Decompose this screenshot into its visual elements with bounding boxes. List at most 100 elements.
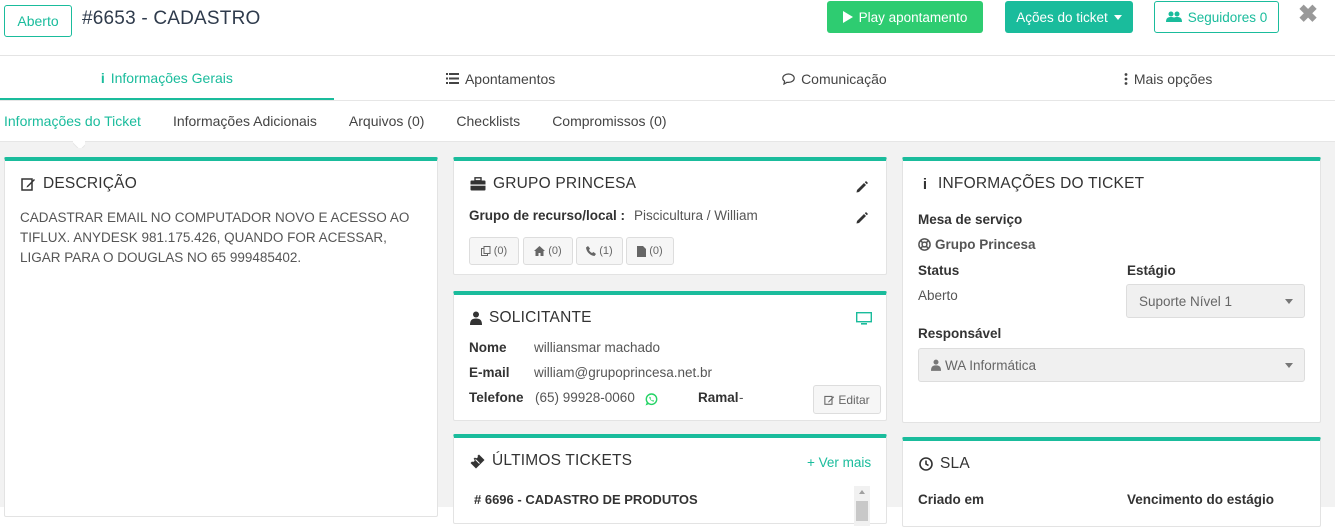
user-icon xyxy=(470,311,482,325)
descricao-text: CADASTRAR EMAIL NO COMPUTADOR NOVO E ACE… xyxy=(20,208,409,268)
editar-label: Editar xyxy=(838,392,870,407)
vencimento-label: Vencimento do estágio xyxy=(1127,492,1275,507)
seguidores-label: Seguidores 0 xyxy=(1187,9,1268,25)
play-icon xyxy=(842,11,853,23)
acoes-do-ticket-label: Ações do ticket xyxy=(1016,9,1108,25)
pencil-icon[interactable] xyxy=(856,212,868,224)
solicitante-card: SOLICITANTE Nome williansmar machado E-m… xyxy=(453,291,887,421)
active-subtab-pointer xyxy=(73,141,85,148)
scroll-up-icon xyxy=(859,490,865,494)
subtab-checklists[interactable]: Checklists xyxy=(456,113,520,129)
copy-icon xyxy=(480,246,491,256)
file-counter: (0) xyxy=(649,245,663,257)
lifebuoy-icon xyxy=(918,238,931,251)
status-value: Aberto xyxy=(918,288,958,303)
sla-card: SLA Criado em Vencimento do estágio xyxy=(902,437,1321,527)
ultimos-title-text: ÚLTIMOS TICKETS xyxy=(492,452,633,469)
ramal-value: - xyxy=(739,390,744,405)
clock-icon xyxy=(919,457,933,471)
subtab-informacoes-do-ticket[interactable]: Informações do Ticket xyxy=(4,113,141,129)
home-counter-button[interactable]: (0) xyxy=(523,237,573,265)
email-label: E-mail xyxy=(469,365,510,380)
sla-title: SLA xyxy=(919,455,970,473)
ultimos-tickets-card: ÚLTIMOS TICKETS + Ver mais # 6696 - CADA… xyxy=(453,434,887,526)
edit-icon xyxy=(21,178,35,191)
estagio-value: Suporte Nível 1 xyxy=(1139,293,1233,309)
info-ticket-title: i INFORMAÇÕES DO TICKET xyxy=(919,175,1144,193)
monitor-icon[interactable] xyxy=(856,312,872,325)
edit-icon xyxy=(824,395,835,405)
mesa-label: Mesa de serviço xyxy=(918,212,1023,227)
play-apontamento-button[interactable]: Play apontamento xyxy=(827,1,983,33)
telefone-label: Telefone xyxy=(469,390,524,405)
play-apontamento-label: Play apontamento xyxy=(858,9,968,25)
email-value: william@grupoprincesa.net.br xyxy=(534,365,713,380)
estagio-label: Estágio xyxy=(1127,263,1176,278)
descricao-line: TIFLUX. ANYDESK 981.175.426, QUANDO FOR … xyxy=(20,230,387,245)
tab-label: Apontamentos xyxy=(464,70,556,87)
grupo-title-text: GRUPO PRINCESA xyxy=(493,175,637,192)
subtab-arquivos[interactable]: Arquivos (0) xyxy=(349,113,424,129)
responsavel-select[interactable]: WA Informática xyxy=(918,348,1305,382)
pencil-icon[interactable] xyxy=(856,181,868,193)
comment-icon xyxy=(782,72,795,85)
phone-counter-button[interactable]: (1) xyxy=(576,237,623,265)
descricao-card: DESCRIÇÃO CADASTRAR EMAIL NO COMPUTADOR … xyxy=(4,157,438,517)
chevron-down-icon xyxy=(1285,363,1293,368)
acoes-do-ticket-button[interactable]: Ações do ticket xyxy=(1005,1,1133,33)
tab-label: Comunicação xyxy=(801,70,887,87)
copy-counter: (0) xyxy=(493,245,508,257)
responsavel-label: Responsável xyxy=(918,326,1002,341)
telefone-value: (65) 99928-0060 xyxy=(535,390,635,405)
phone-icon xyxy=(586,246,597,256)
home-counter: (0) xyxy=(548,245,562,257)
editar-button[interactable]: Editar xyxy=(813,385,881,414)
mesa-value: Grupo Princesa xyxy=(935,237,1036,252)
tab-informacoes-gerais[interactable]: i Informações Gerais xyxy=(0,57,334,100)
main-tabs: i Informações Gerais Apontamentos Comuni… xyxy=(0,57,1335,101)
tab-mais-opcoes[interactable]: Mais opções xyxy=(1001,57,1335,100)
info-icon: i xyxy=(922,175,928,193)
tab-label: Mais opções xyxy=(1133,70,1213,87)
subtab-informacoes-adicionais[interactable]: Informações Adicionais xyxy=(173,113,317,129)
list-icon xyxy=(445,73,459,84)
responsavel-value: WA Informática xyxy=(945,357,1037,373)
info-ticket-card: i INFORMAÇÕES DO TICKET Mesa de serviço … xyxy=(902,157,1321,423)
scroll-thumb[interactable] xyxy=(856,501,868,521)
info-ticket-title-text: INFORMAÇÕES DO TICKET xyxy=(938,175,1145,192)
grupo-recurso-label: Grupo de recurso/local : xyxy=(469,208,626,223)
nome-label: Nome xyxy=(469,340,507,355)
ticket-list-scrollbar[interactable] xyxy=(854,486,870,526)
subtab-compromissos[interactable]: Compromissos (0) xyxy=(552,113,666,129)
tab-comunicacao[interactable]: Comunicação xyxy=(668,57,1002,100)
home-icon xyxy=(534,246,546,256)
phone-counter: (1) xyxy=(599,245,613,257)
file-icon xyxy=(637,245,647,257)
status-badge: Aberto xyxy=(4,5,72,37)
descricao-line: LIGAR PARA O DOUGLAS NO 65 999485402. xyxy=(20,250,302,265)
users-icon xyxy=(1165,11,1182,22)
descricao-title-text: DESCRIÇÃO xyxy=(43,175,137,192)
tab-label: Informações Gerais xyxy=(110,69,233,86)
copy-counter-button[interactable]: (0) xyxy=(469,237,519,265)
top-bar: Aberto #6653 - CADASTRO Play apontamento… xyxy=(0,0,1335,56)
page-title: #6653 - CADASTRO xyxy=(82,8,261,29)
solicitante-title-text: SOLICITANTE xyxy=(489,309,592,326)
user-icon xyxy=(931,359,941,371)
close-icon[interactable]: ✖ xyxy=(1298,1,1318,29)
ticket-list-item[interactable]: # 6696 - CADASTRO DE PRODUTOS xyxy=(474,492,698,507)
grupo-recurso-value: Piscicultura / William xyxy=(634,208,758,223)
ticket-icon xyxy=(470,454,485,468)
solicitante-title: SOLICITANTE xyxy=(470,309,592,327)
estagio-select[interactable]: Suporte Nível 1 xyxy=(1126,284,1305,318)
whatsapp-icon[interactable] xyxy=(645,393,658,406)
grupo-card: GRUPO PRINCESA Grupo de recurso/local : … xyxy=(453,157,887,275)
nome-value: williansmar machado xyxy=(534,340,661,355)
criado-label: Criado em xyxy=(918,492,985,507)
file-counter-button[interactable]: (0) xyxy=(626,237,674,265)
seguidores-button[interactable]: Seguidores 0 xyxy=(1154,1,1279,33)
tab-apontamentos[interactable]: Apontamentos xyxy=(334,57,668,100)
ver-mais-link[interactable]: + Ver mais xyxy=(807,455,871,470)
briefcase-icon xyxy=(470,177,486,191)
status-label: Status xyxy=(918,263,960,278)
